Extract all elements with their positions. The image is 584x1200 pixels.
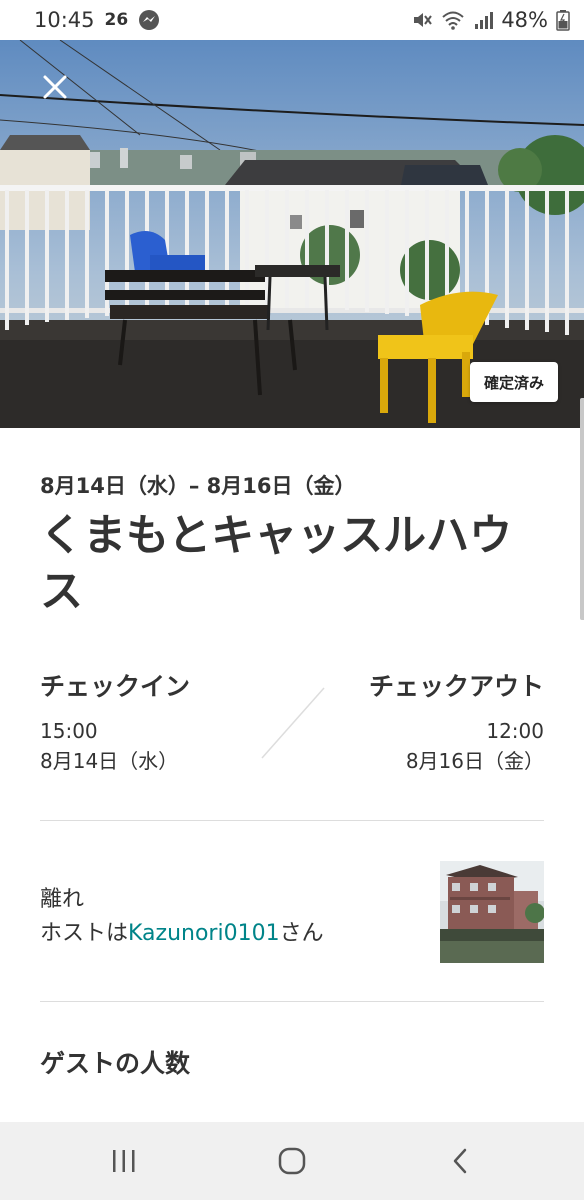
back-button[interactable]	[420, 1131, 500, 1191]
status-left: 10:45 26	[34, 8, 160, 32]
reservation-details: 8月14日（水）– 8月16日（金） くまもとキャッスルハウス チェックイン 1…	[0, 428, 584, 1080]
checkout-date: 8月16日（金）	[405, 749, 544, 773]
checkin-block: チェックイン 15:00 8月14日（水）	[40, 670, 190, 776]
checkin-date: 8月14日（水）	[40, 749, 179, 773]
listing-photo: 確定済み	[0, 40, 584, 428]
messenger-icon	[138, 9, 160, 31]
mute-icon	[411, 9, 433, 31]
host-listing-photo[interactable]	[440, 861, 544, 963]
home-button[interactable]	[252, 1131, 332, 1191]
back-icon	[453, 1148, 467, 1174]
host-name-link[interactable]: Kazunori0101	[128, 921, 280, 946]
checkin-time: 15:00	[40, 719, 98, 743]
signal-icon	[473, 10, 494, 30]
listing-type: 離れ	[40, 887, 85, 912]
battery-percent: 48%	[501, 8, 548, 32]
host-line: ホストはKazunori0101さん	[40, 915, 324, 947]
notification-count: 26	[104, 10, 129, 30]
home-icon	[278, 1147, 306, 1175]
status-bar: 10:45 26 48%	[0, 0, 584, 40]
listing-title: くまもとキャッスルハウス	[40, 511, 513, 617]
close-button[interactable]	[30, 62, 80, 112]
recents-icon	[113, 1150, 135, 1172]
separator-slash	[261, 687, 325, 759]
host-section[interactable]: 離れ ホストはKazunori0101さん	[40, 821, 544, 1001]
close-icon	[43, 75, 67, 99]
divider	[40, 1001, 544, 1002]
system-nav-bar	[0, 1122, 584, 1200]
host-prefix: ホストは	[40, 921, 129, 946]
trip-dates: 8月14日（水）– 8月16日（金）	[40, 474, 356, 498]
status-time: 10:45	[34, 8, 95, 32]
wifi-icon	[441, 10, 465, 30]
battery-icon	[556, 9, 570, 31]
checkin-label: チェックイン	[40, 672, 191, 701]
status-right: 48%	[411, 8, 570, 32]
checkout-block: チェックアウト 12:00 8月16日（金）	[369, 670, 544, 776]
status-badge: 確定済み	[469, 362, 558, 402]
checkin-checkout: チェックイン 15:00 8月14日（水） チェックアウト 12:00 8月16…	[40, 670, 544, 780]
recents-button[interactable]	[84, 1131, 164, 1191]
checkout-time: 12:00	[486, 719, 544, 743]
guests-heading: ゲストの人数	[40, 1049, 191, 1078]
host-suffix: さん	[279, 921, 324, 946]
house-photo	[440, 861, 544, 963]
checkout-label: チェックアウト	[368, 672, 544, 701]
